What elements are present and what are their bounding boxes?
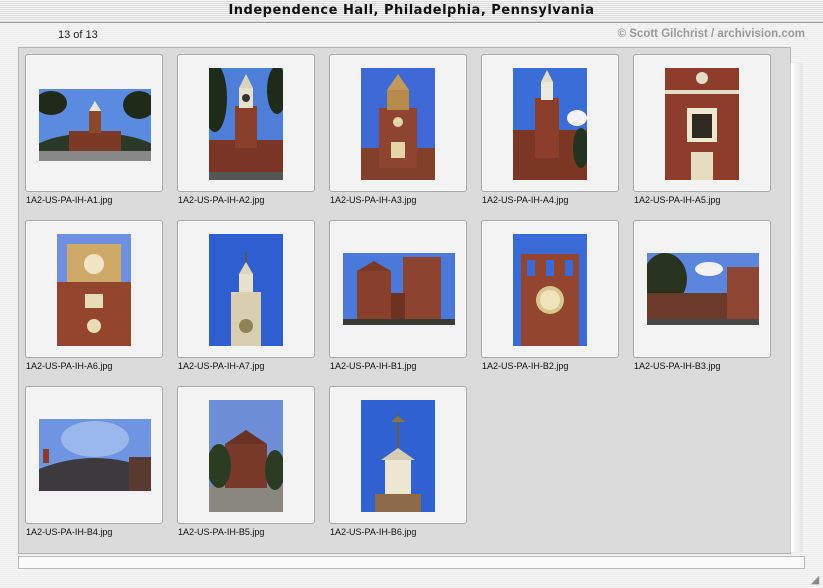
thumbnail-image[interactable] — [665, 68, 739, 180]
thumbnail-image[interactable] — [209, 400, 283, 512]
slide-mount[interactable] — [481, 54, 619, 192]
thumbnail-filename: 1A2-US-PA-IH-B2.jpg — [482, 361, 569, 371]
thumbnail-filename: 1A2-US-PA-IH-B1.jpg — [330, 361, 417, 371]
thumbnail-image[interactable] — [57, 234, 131, 346]
slide-mount[interactable] — [329, 220, 467, 358]
thumbnail-grid: 1A2-US-PA-IH-A1.jpg 1A2-US-PA-IH-A2.jpg — [18, 47, 791, 554]
thumbnail-cell[interactable]: 1A2-US-PA-IH-B2.jpg — [481, 220, 619, 371]
thumbnail-filename: 1A2-US-PA-IH-B6.jpg — [330, 527, 417, 537]
thumbnail-cell[interactable]: 1A2-US-PA-IH-A7.jpg — [177, 220, 315, 371]
thumbnail-image[interactable] — [209, 234, 283, 346]
photo-credit: © Scott Gilchrist / archivision.com — [617, 28, 805, 40]
thumbnail-filename: 1A2-US-PA-IH-A5.jpg — [634, 195, 721, 205]
slide-mount[interactable] — [177, 54, 315, 192]
window-title-bar[interactable]: Independence Hall, Philadelphia, Pennsyl… — [0, 0, 823, 23]
thumbnail-filename: 1A2-US-PA-IH-A6.jpg — [26, 361, 113, 371]
thumbnail-image[interactable] — [361, 400, 435, 512]
thumbnail-filename: 1A2-US-PA-IH-B3.jpg — [634, 361, 721, 371]
thumbnail-image[interactable] — [209, 68, 283, 180]
thumbnail-filename: 1A2-US-PA-IH-A4.jpg — [482, 195, 569, 205]
thumbnail-filename: 1A2-US-PA-IH-A3.jpg — [330, 195, 417, 205]
slide-mount[interactable] — [481, 220, 619, 358]
thumbnail-image[interactable] — [513, 234, 587, 346]
thumbnail-cell[interactable]: 1A2-US-PA-IH-A5.jpg — [633, 54, 771, 205]
slide-mount[interactable] — [25, 220, 163, 358]
horizontal-scrollbar[interactable] — [18, 556, 805, 569]
thumbnail-image[interactable] — [39, 419, 151, 491]
image-count: 13 of 13 — [58, 29, 98, 41]
thumbnail-filename: 1A2-US-PA-IH-A7.jpg — [178, 361, 265, 371]
slide-mount[interactable] — [25, 386, 163, 524]
slide-mount[interactable] — [329, 54, 467, 192]
thumbnail-cell[interactable]: 1A2-US-PA-IH-B4.jpg — [25, 386, 163, 537]
thumbnail-filename: 1A2-US-PA-IH-B4.jpg — [26, 527, 113, 537]
slide-mount[interactable] — [177, 386, 315, 524]
slide-mount[interactable] — [329, 386, 467, 524]
thumbnail-image[interactable] — [39, 89, 151, 161]
thumbnail-filename: 1A2-US-PA-IH-A2.jpg — [178, 195, 265, 205]
thumbnail-image[interactable] — [361, 68, 435, 180]
thumbnail-cell[interactable]: 1A2-US-PA-IH-B6.jpg — [329, 386, 467, 537]
thumbnail-image[interactable] — [647, 253, 759, 325]
thumbnail-cell[interactable]: 1A2-US-PA-IH-A3.jpg — [329, 54, 467, 205]
window-title: Independence Hall, Philadelphia, Pennsyl… — [228, 3, 595, 18]
thumbnail-cell[interactable]: 1A2-US-PA-IH-B5.jpg — [177, 386, 315, 537]
slide-mount[interactable] — [633, 220, 771, 358]
vertical-scroll-thumb[interactable] — [791, 63, 801, 552]
thumbnail-cell[interactable]: 1A2-US-PA-IH-A2.jpg — [177, 54, 315, 205]
thumbnail-image[interactable] — [513, 68, 587, 180]
thumbnail-cell[interactable]: 1A2-US-PA-IH-B1.jpg — [329, 220, 467, 371]
resize-grip-icon[interactable]: ◢ — [809, 574, 821, 586]
thumbnail-cell[interactable]: 1A2-US-PA-IH-A1.jpg — [25, 54, 163, 205]
thumbnail-image[interactable] — [343, 253, 455, 325]
thumbnail-cell[interactable]: 1A2-US-PA-IH-B3.jpg — [633, 220, 771, 371]
thumbnail-filename: 1A2-US-PA-IH-B5.jpg — [178, 527, 265, 537]
slide-mount[interactable] — [25, 54, 163, 192]
thumbnail-filename: 1A2-US-PA-IH-A1.jpg — [26, 195, 113, 205]
slide-mount[interactable] — [633, 54, 771, 192]
thumbnail-cell[interactable]: 1A2-US-PA-IH-A4.jpg — [481, 54, 619, 205]
thumbnail-cell[interactable]: 1A2-US-PA-IH-A6.jpg — [25, 220, 163, 371]
slide-mount[interactable] — [177, 220, 315, 358]
